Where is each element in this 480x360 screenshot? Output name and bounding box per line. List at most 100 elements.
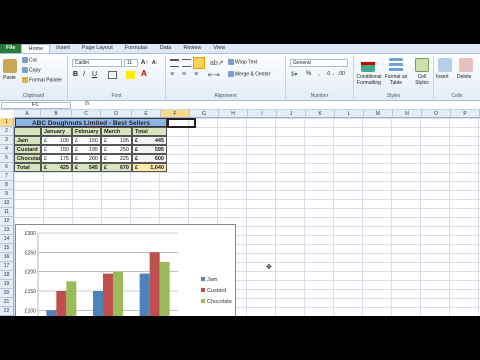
wrap-text-button[interactable]: Wrap Text — [228, 59, 257, 65]
column-header-m[interactable]: M — [364, 110, 393, 118]
bold-button[interactable]: B — [73, 71, 78, 78]
header-blank-cell[interactable] — [14, 127, 41, 136]
align-left-icon[interactable]: ≡ — [170, 71, 174, 78]
row-header-17[interactable]: 17 — [0, 262, 14, 271]
orientation-icon[interactable]: ab↗ — [210, 59, 224, 67]
value-cell[interactable]: £445 — [132, 136, 167, 145]
column-header-d[interactable]: D — [101, 110, 132, 118]
row-header-15[interactable]: 15 — [0, 244, 14, 253]
row-header-5[interactable]: 5 — [0, 154, 14, 163]
fx-icon[interactable]: fx — [85, 101, 90, 107]
value-cell[interactable]: £595 — [132, 145, 167, 154]
borders-icon[interactable] — [108, 71, 117, 79]
accounting-icon[interactable]: $▾ — [291, 71, 297, 78]
insert-cells-icon[interactable] — [438, 58, 452, 72]
row-header-10[interactable]: 10 — [0, 199, 14, 208]
row-header-2[interactable]: 2 — [0, 127, 14, 136]
row-header-18[interactable]: 18 — [0, 271, 14, 280]
value-cell[interactable]: £150 — [41, 145, 72, 154]
column-header-g[interactable]: G — [190, 110, 219, 118]
row-header-3[interactable]: 3 — [0, 136, 14, 145]
value-cell[interactable]: £1,640 — [132, 163, 167, 172]
name-box[interactable]: F1 — [1, 102, 71, 109]
column-header-a[interactable]: A — [14, 110, 41, 118]
value-cell[interactable]: £200 — [72, 154, 101, 163]
font-shrink-icon[interactable]: A↓ — [152, 60, 158, 66]
row-label-cell[interactable]: Jam — [14, 136, 41, 145]
row-header-4[interactable]: 4 — [0, 145, 14, 154]
insert-button[interactable]: Insert — [436, 74, 449, 80]
fill-color-icon[interactable] — [126, 71, 135, 79]
row-header-11[interactable]: 11 — [0, 208, 14, 217]
column-chart[interactable]: £-£50£100£150£200£250£300JanuaryFebruary… — [15, 224, 236, 316]
row-header-1[interactable]: 1 — [0, 118, 14, 127]
align-bottom-icon[interactable] — [193, 57, 205, 69]
row-header-6[interactable]: 6 — [0, 163, 14, 172]
align-middle-icon[interactable] — [182, 59, 191, 67]
underline-button[interactable]: U — [92, 71, 97, 78]
indent-icon[interactable]: ⇤⇥ — [208, 71, 220, 79]
column-header-f[interactable]: F — [161, 110, 190, 118]
row-header-12[interactable]: 12 — [0, 217, 14, 226]
tab-formulas[interactable]: Formulas — [119, 44, 154, 53]
font-grow-icon[interactable]: A↑ — [141, 60, 148, 66]
delete-cells-icon[interactable] — [459, 58, 473, 72]
header-cell[interactable]: February — [72, 127, 101, 136]
cell-styles-icon[interactable] — [415, 58, 429, 72]
align-center-icon[interactable]: ≡ — [182, 71, 186, 78]
value-cell[interactable]: £150 — [72, 136, 101, 145]
cell-styles-button[interactable]: Cell Styles — [411, 74, 433, 86]
number-format-select[interactable]: General — [290, 59, 348, 67]
value-cell[interactable]: £195 — [72, 145, 101, 154]
value-cell[interactable]: £250 — [101, 145, 132, 154]
align-top-icon[interactable] — [170, 59, 179, 67]
value-cell[interactable]: £670 — [101, 163, 132, 172]
row-header-14[interactable]: 14 — [0, 235, 14, 244]
row-header-7[interactable]: 7 — [0, 172, 14, 181]
value-cell[interactable]: £225 — [101, 154, 132, 163]
value-cell[interactable]: £600 — [132, 154, 167, 163]
column-header-l[interactable]: L — [335, 110, 364, 118]
align-right-icon[interactable]: ≡ — [194, 71, 198, 78]
row-header-20[interactable]: 20 — [0, 289, 14, 298]
format-as-table-button[interactable]: Format as Table — [383, 74, 409, 86]
percent-icon[interactable]: % — [306, 71, 311, 77]
conditional-formatting-button[interactable]: Conditional Formatting — [356, 74, 382, 86]
decimal-decrease-icon[interactable]: .00 — [338, 71, 345, 77]
tab-view[interactable]: View — [207, 44, 231, 53]
merge-center-button[interactable]: Merge & Center — [228, 71, 270, 77]
font-name-select[interactable]: Calibri — [72, 59, 122, 67]
column-header-h[interactable]: H — [219, 110, 248, 118]
column-header-c[interactable]: C — [72, 110, 101, 118]
tab-data[interactable]: Data — [154, 44, 178, 53]
comma-icon[interactable]: , — [318, 71, 320, 77]
column-header-o[interactable]: O — [422, 110, 451, 118]
tab-page-layout[interactable]: Page Layout — [76, 44, 119, 53]
conditional-formatting-icon[interactable] — [361, 58, 375, 72]
format-painter-button[interactable]: Format Painter — [22, 77, 62, 83]
column-header-e[interactable]: E — [132, 110, 161, 118]
value-cell[interactable]: £425 — [41, 163, 72, 172]
row-label-cell[interactable]: Total — [14, 163, 41, 172]
format-table-icon[interactable] — [389, 58, 403, 72]
header-cell[interactable]: March — [101, 127, 132, 136]
value-cell[interactable]: £195 — [101, 136, 132, 145]
copy-button[interactable]: Copy — [22, 67, 41, 73]
row-header-21[interactable]: 21 — [0, 298, 14, 307]
value-cell[interactable]: £175 — [41, 154, 72, 163]
decimal-increase-icon[interactable]: .0→ — [326, 71, 335, 77]
italic-button[interactable]: I — [83, 71, 85, 78]
column-header-n[interactable]: N — [393, 110, 422, 118]
column-header-k[interactable]: K — [306, 110, 335, 118]
paste-icon[interactable] — [3, 59, 17, 73]
delete-button[interactable]: Delete — [457, 74, 471, 80]
header-cell[interactable]: January — [41, 127, 72, 136]
active-cell-f1[interactable] — [167, 118, 196, 128]
row-label-cell[interactable]: Chocolate — [14, 154, 41, 163]
row-header-8[interactable]: 8 — [0, 181, 14, 190]
column-header-b[interactable]: B — [41, 110, 72, 118]
row-header-13[interactable]: 13 — [0, 226, 14, 235]
paste-button[interactable]: Paste — [3, 75, 16, 81]
value-cell[interactable]: £545 — [72, 163, 101, 172]
tab-home[interactable]: Home — [21, 44, 51, 53]
